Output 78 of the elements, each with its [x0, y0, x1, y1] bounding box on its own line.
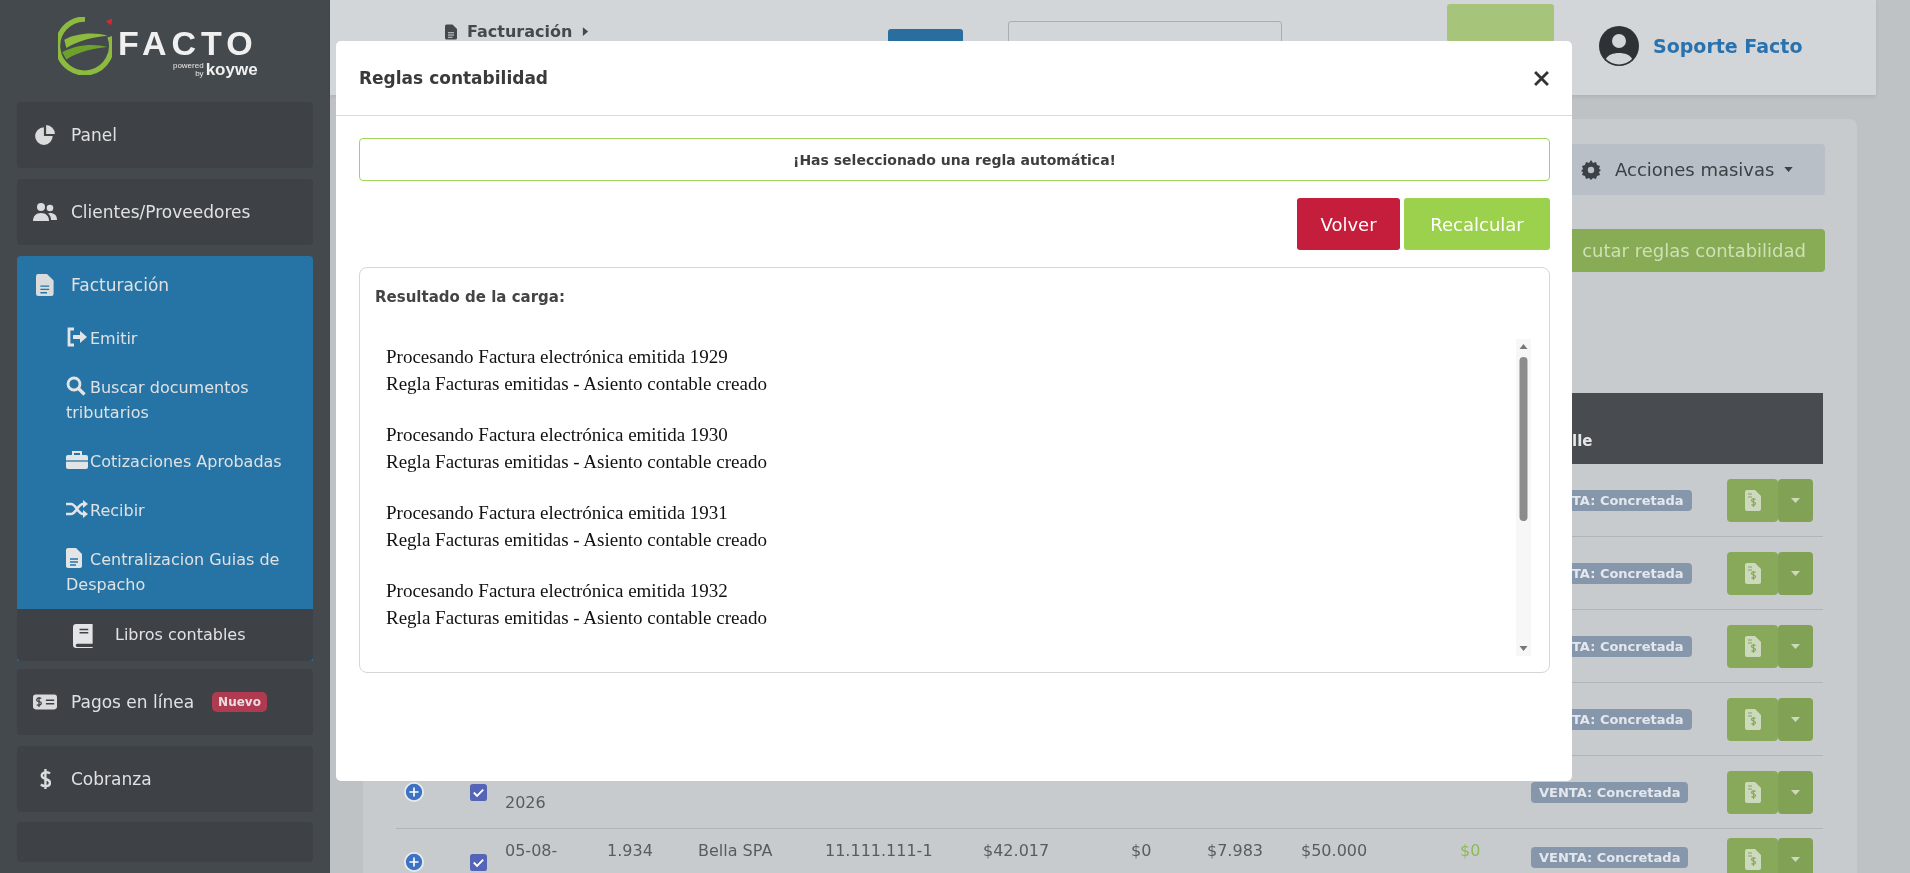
- status-badge: TA: Concretada: [1572, 635, 1692, 657]
- submenu-item[interactable]: Recibir: [17, 486, 313, 535]
- document-icon: [445, 23, 457, 40]
- new-badge: Nuevo: [212, 692, 267, 712]
- checkbox[interactable]: [470, 853, 487, 871]
- logo-tagline: by: [195, 70, 204, 78]
- checkbox[interactable]: [470, 783, 487, 801]
- caret-icon: [582, 26, 590, 37]
- invoice-button[interactable]: [1727, 624, 1778, 668]
- table-cell: $0: [1131, 840, 1152, 860]
- logo-icon: [58, 17, 112, 75]
- logo-wordmark: FACTO: [118, 25, 258, 61]
- sidebar-item[interactable]: Cobranza: [17, 746, 313, 812]
- log-line: Procesando Factura electrónica emitida 1932: [386, 579, 729, 603]
- submenu-item[interactable]: Cotizaciones Aprobadas: [17, 437, 313, 486]
- dropdown-button[interactable]: [1778, 624, 1813, 668]
- sidebar-item[interactable]: Facturación: [17, 256, 313, 314]
- status-badge: TA: Concretada: [1572, 489, 1692, 511]
- dropdown-button[interactable]: [1778, 770, 1813, 814]
- logo-tagline: powered: [172, 62, 204, 70]
- log-line: Regla Facturas emitidas - Asiento contable creado: [386, 450, 767, 474]
- status-badge: VENTA: Concretada: [1531, 846, 1689, 868]
- breadcrumb[interactable]: Facturación: [467, 22, 573, 41]
- sidebar-item[interactable]: Pagos en línea Nuevo: [17, 669, 313, 735]
- invoice-button[interactable]: [1727, 478, 1778, 522]
- pie-chart-icon: [33, 124, 57, 146]
- back-button[interactable]: Volver: [1297, 198, 1400, 250]
- invoice-button[interactable]: [1727, 838, 1778, 873]
- status-badge: TA: Concretada: [1572, 562, 1692, 584]
- log-line: Procesando Factura electrónica emitida 1929: [386, 345, 729, 369]
- users-icon: [33, 201, 57, 223]
- status-badge: TA: Concretada: [1572, 708, 1692, 730]
- document-icon: [33, 274, 57, 296]
- sidebar-item[interactable]: Clientes/Proveedores: [17, 179, 313, 245]
- settings-icon: [1581, 159, 1601, 180]
- table-cell: $42.017: [983, 840, 1050, 860]
- table-cell: 05-08-: [505, 840, 558, 860]
- submenu-item[interactable]: Buscar documentos tributarios: [17, 363, 313, 437]
- table-cell: Bella SPA: [698, 840, 773, 860]
- user-name[interactable]: Soporte Facto: [1653, 35, 1803, 57]
- invoice-button[interactable]: [1727, 697, 1778, 741]
- log-line: Procesando Factura electrónica emitida 1931: [386, 501, 729, 525]
- log-line: Regla Facturas emitidas - Asiento contable creado: [386, 606, 767, 630]
- plus-icon[interactable]: [404, 852, 424, 872]
- dropdown-button[interactable]: [1778, 838, 1813, 873]
- dialog-title: Reglas contabilidad: [359, 68, 549, 88]
- log-line: Regla Facturas emitidas - Asiento contable creado: [386, 372, 767, 396]
- invoice-button[interactable]: [1727, 770, 1778, 814]
- log-line: Procesando Factura electrónica emitida 1930: [386, 423, 729, 447]
- table-cell: 1.934: [607, 840, 653, 860]
- dropdown-button[interactable]: [1778, 551, 1813, 595]
- briefcase-icon: [66, 450, 86, 470]
- column-header: lle: [1572, 432, 1593, 450]
- bulk-actions-button[interactable]: Acciones masivas: [1572, 144, 1825, 195]
- close-icon[interactable]: [1534, 70, 1549, 86]
- avatar-icon[interactable]: [1599, 26, 1639, 66]
- table-cell: 11.111.111-1: [825, 840, 933, 860]
- alert-message: ¡Has seleccionado una regla automática!: [359, 138, 1550, 181]
- logo-brand: koywe: [205, 61, 258, 79]
- table-cell: $7.983: [1207, 840, 1263, 860]
- result-title: Resultado de la carga:: [375, 287, 566, 308]
- table-cell: $50.000: [1301, 840, 1368, 860]
- dropdown-button[interactable]: [1778, 697, 1813, 741]
- sign-out-icon: [66, 327, 86, 347]
- caret-icon: [1784, 167, 1794, 172]
- dropdown-button[interactable]: [1778, 478, 1813, 522]
- plus-icon[interactable]: [404, 782, 424, 802]
- submenu-item[interactable]: Centralizacion Guias de Despacho: [17, 535, 313, 609]
- table-cell: $0: [1460, 840, 1481, 860]
- shuffle-icon: [66, 499, 86, 519]
- log-line: Regla Facturas emitidas - Asiento contable creado: [386, 528, 767, 552]
- search-icon: [66, 376, 86, 396]
- status-badge: VENTA: Concretada: [1531, 781, 1689, 803]
- table-cell: 2026: [505, 792, 546, 812]
- scrollbar[interactable]: [1516, 339, 1531, 656]
- invoice-button[interactable]: [1727, 551, 1778, 595]
- sidebar-item[interactable]: Panel: [17, 102, 313, 168]
- submenu-item[interactable]: Emitir: [17, 314, 313, 363]
